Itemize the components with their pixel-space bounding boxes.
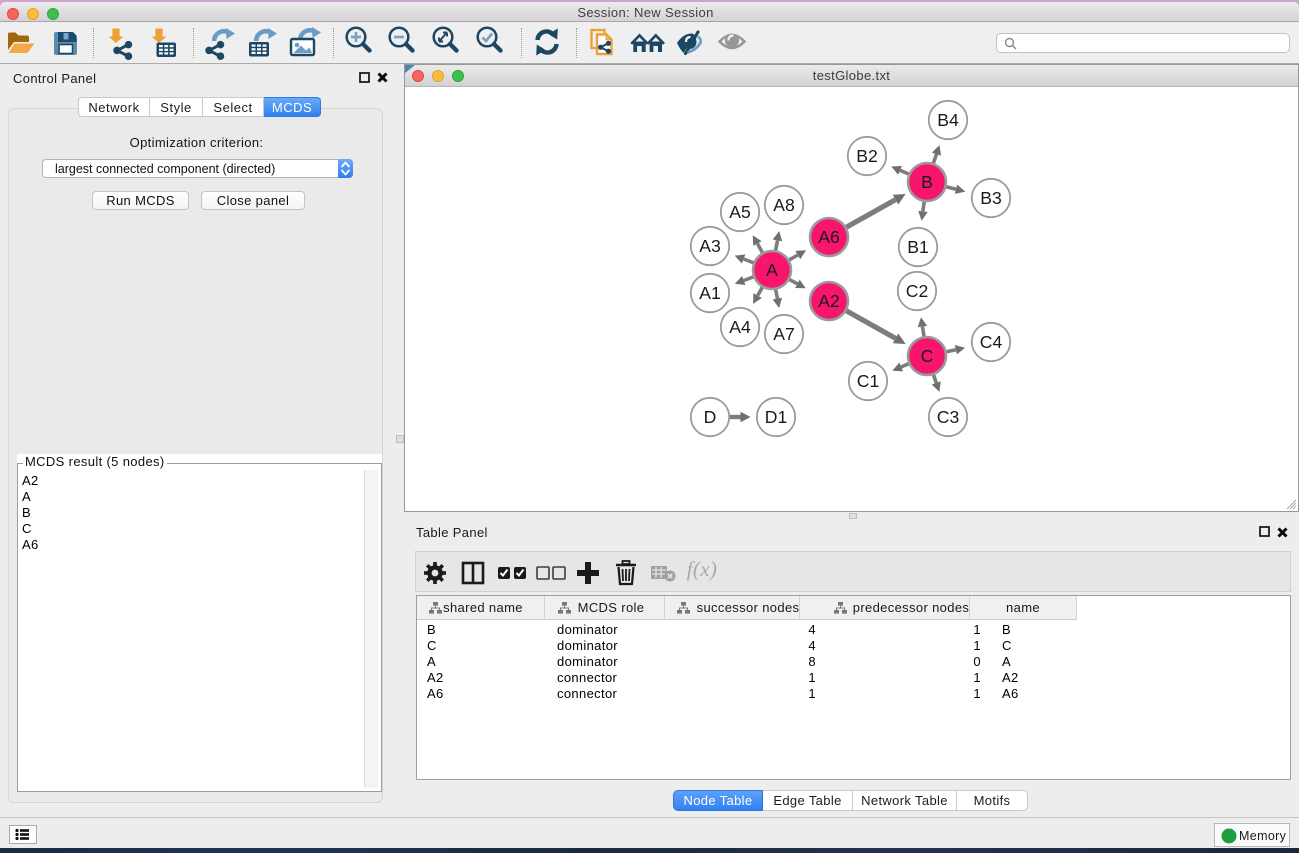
- svg-text:A1: A1: [699, 283, 721, 303]
- svg-text:C2: C2: [906, 281, 929, 301]
- svg-text:C1: C1: [857, 371, 880, 391]
- svg-text:A: A: [766, 260, 778, 280]
- svg-text:C: C: [921, 346, 934, 366]
- svg-text:B4: B4: [937, 110, 959, 130]
- svg-text:D: D: [704, 407, 717, 427]
- svg-text:A7: A7: [773, 324, 795, 344]
- svg-text:A8: A8: [773, 195, 795, 215]
- svg-text:A6: A6: [818, 227, 840, 247]
- svg-text:A5: A5: [729, 202, 751, 222]
- svg-text:B1: B1: [907, 237, 929, 257]
- svg-text:A2: A2: [818, 291, 840, 311]
- svg-text:C3: C3: [937, 407, 960, 427]
- svg-text:B3: B3: [980, 188, 1002, 208]
- svg-text:B2: B2: [856, 146, 878, 166]
- svg-text:D1: D1: [765, 407, 788, 427]
- svg-text:A4: A4: [729, 317, 751, 337]
- svg-text:B: B: [921, 172, 933, 192]
- svg-text:A3: A3: [699, 236, 721, 256]
- svg-text:C4: C4: [980, 332, 1003, 352]
